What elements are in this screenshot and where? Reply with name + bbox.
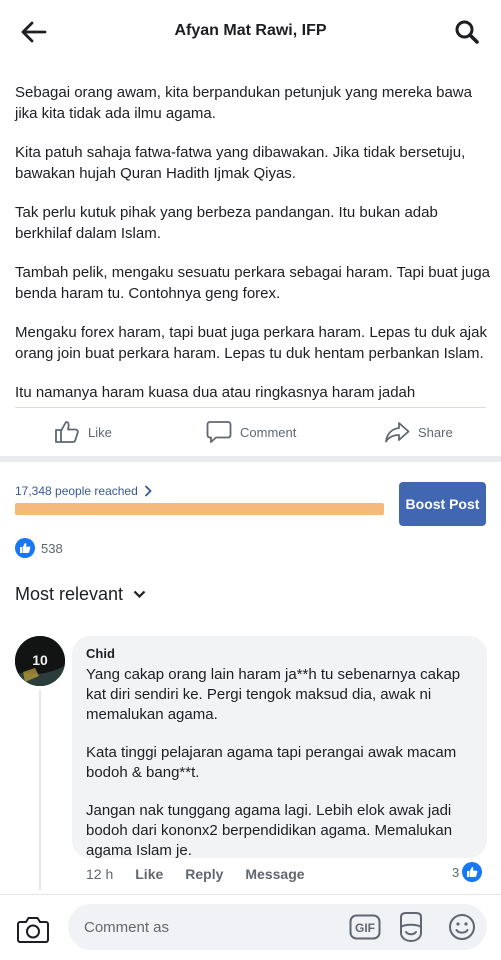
- post-text: Sebagai orang awam, kita berpandukan pet…: [15, 82, 491, 421]
- gif-icon: GIF: [349, 914, 381, 940]
- people-reached-text: 17,348 people reached: [15, 484, 138, 498]
- like-label: Like: [88, 424, 112, 440]
- comment-like-button[interactable]: Like: [135, 866, 163, 882]
- comment-reaction-summary[interactable]: 3: [452, 862, 483, 882]
- comment-actions: 12 h Like Reply Message: [86, 866, 327, 882]
- comment-label: Comment: [240, 424, 297, 440]
- chevron-down-icon: [133, 590, 146, 599]
- camera-button[interactable]: [16, 912, 50, 946]
- reach-progress-fill: [15, 503, 384, 515]
- comment-author[interactable]: Chid: [86, 646, 473, 661]
- sticker-button[interactable]: [396, 911, 426, 943]
- comment-paragraph: Jangan nak tunggang agama lagi. Lebih el…: [86, 802, 453, 859]
- gif-button[interactable]: GIF: [349, 914, 381, 940]
- like-reaction-icon: [462, 862, 483, 882]
- sticker-icon: [400, 912, 422, 943]
- search-button[interactable]: [449, 14, 485, 50]
- share-label: Share: [418, 424, 453, 440]
- reaction-count: 538: [41, 540, 63, 556]
- reaction-summary[interactable]: 538: [15, 538, 63, 558]
- post-paragraph: Sebagai orang awam, kita berpandukan pet…: [15, 84, 472, 122]
- share-icon: [385, 422, 410, 443]
- comment-sort-dropdown[interactable]: Most relevant: [15, 584, 146, 605]
- avatar-number: 10: [32, 652, 48, 668]
- page-title: Afyan Mat Rawi, IFP: [174, 22, 327, 39]
- section-separator: [0, 456, 501, 462]
- post-paragraph: Itu namanya haram kuasa dua atau ringkas…: [15, 384, 416, 401]
- comment-timestamp: 12 h: [86, 866, 114, 882]
- gif-label: GIF: [355, 921, 375, 935]
- comment-reply-button[interactable]: Reply: [185, 866, 223, 882]
- top-bar: Afyan Mat Rawi, IFP: [0, 0, 501, 64]
- thread-line: [39, 690, 41, 890]
- comment-message-button[interactable]: Message: [245, 866, 304, 882]
- camera-icon: [17, 917, 49, 943]
- like-button[interactable]: Like: [54, 420, 112, 444]
- comment-reaction-count: 3: [452, 864, 460, 880]
- comment-input-placeholder: Comment as: [84, 919, 170, 936]
- comment-text: Yang cakap orang lain haram ja**h tu seb…: [86, 665, 473, 861]
- comment-button[interactable]: Comment: [206, 420, 296, 444]
- comment-paragraph: Yang cakap orang lain haram ja**h tu seb…: [86, 666, 461, 723]
- comment-icon: [206, 421, 232, 443]
- post-paragraph: Tambah pelik, mengaku sesuatu perkara se…: [15, 264, 491, 302]
- comment-sort-label: Most relevant: [15, 584, 124, 604]
- chevron-right-icon: [144, 485, 152, 497]
- smiley-icon: [449, 914, 475, 940]
- reach-progress-bar: [15, 503, 384, 515]
- avatar-image: 10: [15, 636, 65, 686]
- post-action-bar: Like Comment Share: [0, 410, 501, 454]
- composer-divider: [0, 894, 501, 895]
- divider: [15, 407, 486, 408]
- boost-post-button[interactable]: Boost Post: [399, 482, 486, 526]
- people-reached-link[interactable]: 17,348 people reached: [15, 484, 152, 498]
- post-paragraph: Kita patuh sahaja fatwa-fatwa yang dibaw…: [15, 144, 466, 182]
- comment-bubble: Chid Yang cakap orang lain haram ja**h t…: [72, 636, 487, 861]
- avatar[interactable]: 10: [15, 636, 65, 686]
- emoji-button[interactable]: [448, 912, 476, 942]
- thumbs-up-icon: [55, 421, 79, 443]
- post-paragraph: Mengaku forex haram, tapi buat juga perk…: [15, 324, 487, 362]
- post-paragraph: Tak perlu kutuk pihak yang berbeza panda…: [15, 204, 438, 242]
- search-icon: [455, 20, 479, 44]
- comment-paragraph: Kata tinggi pelajaran agama tapi peranga…: [86, 744, 457, 781]
- like-reaction-icon: [15, 538, 35, 558]
- share-button[interactable]: Share: [384, 420, 453, 444]
